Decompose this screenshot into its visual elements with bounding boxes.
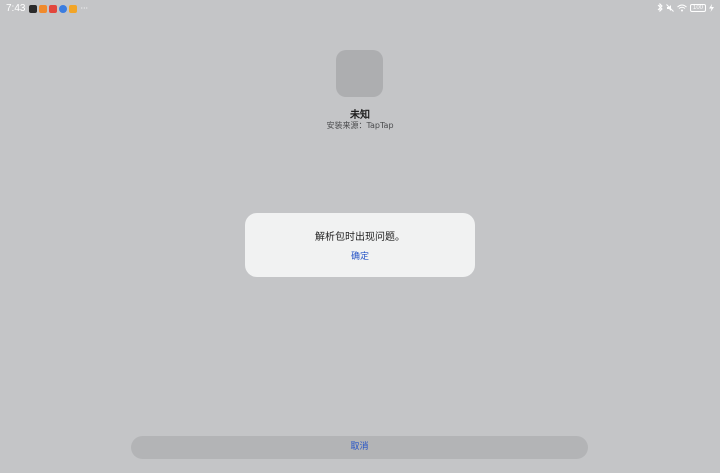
bluetooth-icon [657,3,663,12]
status-bar: 7:43 ··· 100 [0,0,720,18]
app-name: 未知 [350,110,370,121]
install-source: 安装来源：TapTap [326,121,394,130]
app-icon [336,50,383,97]
ok-button[interactable]: 确定 [340,249,380,262]
wifi-icon [677,4,687,11]
orange-app-icon [39,4,48,13]
parse-error-dialog: 解析包时出现问题。 确定 [245,213,475,277]
charging-icon [709,3,714,12]
blue-app-icon [59,4,68,13]
more-notifications-icon: ··· [80,3,89,13]
penguin-app-icon [29,4,38,13]
battery-icon: 100 [690,3,706,12]
mute-icon [666,3,674,12]
red-app-icon [49,4,58,13]
yellow-app-icon [69,4,78,13]
dialog-message: 解析包时出现问题。 [315,232,405,243]
status-time: 7:43 [6,3,26,14]
status-left: 7:43 ··· [6,3,88,14]
status-right: 100 [657,3,714,12]
cancel-button[interactable]: 取消 [131,436,588,459]
